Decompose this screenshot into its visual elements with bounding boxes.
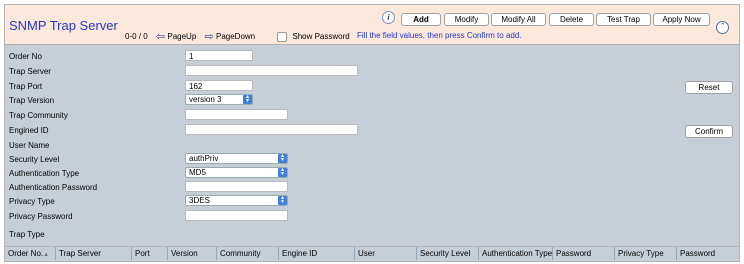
updown-arrow-icon: ▴ ▾	[278, 153, 287, 163]
authentication-type-select[interactable]: MD5 ▴ ▾	[185, 167, 288, 178]
column-header[interactable]: Privacy Type	[614, 247, 676, 260]
reset-button[interactable]: Reset	[685, 81, 733, 94]
updown-arrow-icon: ▴ ▾	[278, 195, 287, 205]
show-password-checkbox[interactable]	[277, 31, 288, 42]
privacy-type-select[interactable]: 3DES ▴ ▾	[185, 195, 288, 206]
authentication-password-field[interactable]	[185, 181, 288, 192]
modify-button[interactable]: Modify	[444, 13, 489, 26]
order-no-label: Order No	[9, 52, 42, 61]
confirm-button[interactable]: Confirm	[685, 125, 733, 138]
add-button[interactable]: Add	[401, 13, 441, 26]
trap-version-label: Trap Version	[9, 96, 55, 105]
instruction-text: Fill the field values, then press Confir…	[357, 31, 522, 40]
column-header[interactable]: Community	[216, 247, 278, 260]
page-title: SNMP Trap Server	[9, 18, 118, 33]
engined-id-label: Engined ID	[9, 126, 49, 135]
updown-arrow-icon: ▴ ▾	[243, 94, 252, 104]
authentication-type-label: Authentication Type	[9, 169, 80, 178]
snmp-trap-server-panel: SNMP Trap Server 0-0 / 0 ⇦ PageUp ⇨ Page…	[4, 4, 740, 262]
panel-header: SNMP Trap Server 0-0 / 0 ⇦ PageUp ⇨ Page…	[5, 5, 739, 45]
security-level-select[interactable]: authPriv ▴ ▾	[185, 153, 288, 164]
page-down-icon: ⇨	[204, 31, 214, 43]
trap-table-header: Order No.▲ Trap Server Port Version Comm…	[5, 246, 739, 260]
security-level-label: Security Level	[9, 155, 60, 164]
page-up-label: PageUp	[167, 32, 197, 41]
column-header[interactable]: Authentication Type	[478, 247, 552, 260]
column-header[interactable]: Version	[167, 247, 216, 260]
column-header[interactable]: Password	[676, 247, 739, 260]
record-counter: 0-0 / 0	[125, 32, 148, 41]
delete-button[interactable]: Delete	[549, 13, 594, 26]
privacy-type-value: 3DES	[189, 196, 210, 205]
trap-community-field[interactable]	[185, 109, 288, 120]
user-name-label: User Name	[9, 141, 50, 150]
trap-server-field[interactable]	[185, 65, 358, 76]
security-level-value: authPriv	[189, 154, 219, 163]
engined-id-field[interactable]	[185, 124, 358, 135]
page-up-icon: ⇦	[155, 31, 166, 43]
column-header[interactable]: User	[354, 247, 416, 260]
column-header[interactable]: Engine ID	[278, 247, 354, 260]
trap-version-select[interactable]: version 3 ▴ ▾	[185, 94, 253, 105]
trap-server-label: Trap Server	[9, 67, 51, 76]
authentication-type-value: MD5	[189, 168, 206, 177]
page-up-button[interactable]: ⇦ PageUp	[156, 30, 196, 43]
column-header[interactable]: Port	[131, 247, 167, 260]
info-icon[interactable]: i	[382, 11, 395, 24]
test-trap-button[interactable]: Test Trap	[596, 13, 651, 26]
order-no-field[interactable]: 1	[185, 50, 253, 61]
trap-port-field[interactable]: 162	[185, 80, 253, 91]
updown-arrow-icon: ▴ ▾	[278, 167, 287, 177]
privacy-password-field[interactable]	[185, 210, 288, 221]
trap-type-label: Trap Type	[9, 230, 45, 239]
page-down-label: PageDown	[215, 32, 256, 41]
sort-icon: ▲	[43, 252, 50, 258]
privacy-password-label: Privacy Password	[9, 212, 73, 221]
page-down-button[interactable]: ⇨ PageDown	[205, 30, 256, 43]
column-header[interactable]: Order No.▲	[5, 247, 55, 260]
column-header[interactable]: Security Level	[416, 247, 478, 260]
collapse-icon[interactable]: ⌃	[716, 21, 729, 34]
modify-all-button[interactable]: Modify All	[491, 13, 546, 26]
trap-port-label: Trap Port	[9, 82, 43, 91]
privacy-type-label: Privacy Type	[9, 197, 55, 206]
column-header[interactable]: Password	[552, 247, 614, 260]
trap-community-label: Trap Community	[9, 111, 68, 120]
apply-now-button[interactable]: Apply Now	[653, 13, 710, 26]
column-header[interactable]: Trap Server	[55, 247, 131, 260]
show-password-label: Show Password	[292, 32, 350, 41]
trap-version-value: version 3	[189, 95, 222, 104]
pagination-bar: 0-0 / 0 ⇦ PageUp ⇨ PageDown Show Passwor…	[125, 30, 350, 43]
authentication-password-label: Authentication Password	[9, 183, 98, 192]
